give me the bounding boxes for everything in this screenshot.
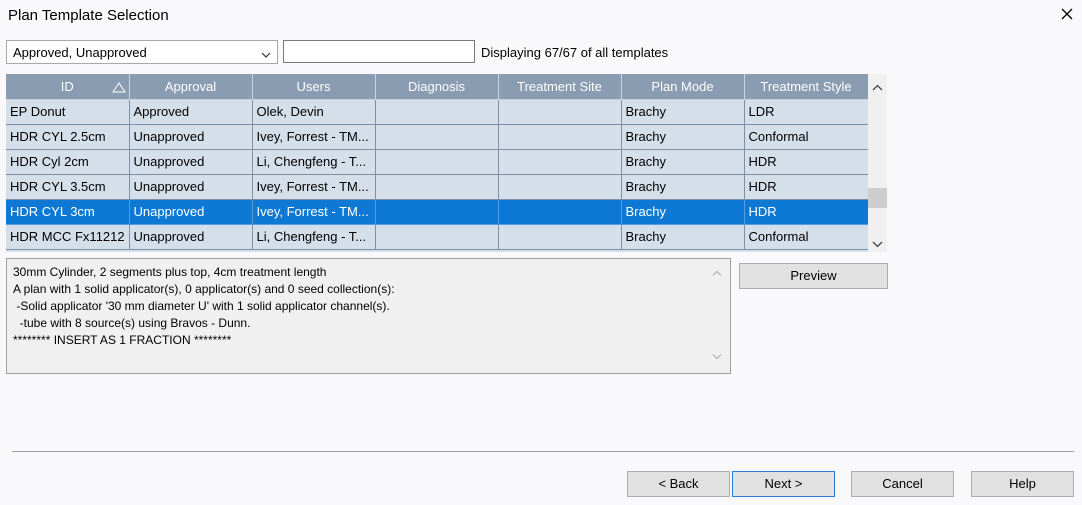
cell-plan-mode: Brachy xyxy=(621,224,745,250)
template-search-input[interactable] xyxy=(283,40,475,63)
cell-diagnosis xyxy=(375,224,499,250)
cell-approval: Unapproved xyxy=(129,174,253,200)
cell-id: HDR CYL 3.5cm xyxy=(6,174,130,200)
sort-ascending-icon xyxy=(111,81,126,96)
cell-approval: Approved xyxy=(129,99,253,125)
template-grid: ID Approval Users Diagnosis Treatment Si… xyxy=(6,74,868,252)
window-title: Plan Template Selection xyxy=(8,7,169,24)
cell-id: HDR CYL 2.5cm xyxy=(6,124,130,150)
approval-filter-value: Approved, Unapproved xyxy=(13,45,147,60)
cell-diagnosis xyxy=(375,199,499,225)
back-button[interactable]: < Back xyxy=(627,471,730,497)
description-line: -Solid applicator '30 mm diameter U' wit… xyxy=(13,299,390,313)
column-header-treatment-site[interactable]: Treatment Site xyxy=(498,74,622,100)
cell-approval: Unapproved xyxy=(129,224,253,250)
display-count-text: Displaying 67/67 of all templates xyxy=(481,45,669,60)
table-row[interactable]: EP Donut Approved Olek, Devin Brachy LDR xyxy=(6,99,868,125)
cell-id: HDR MCC Fx11212 xyxy=(6,224,130,250)
scroll-up-icon[interactable] xyxy=(712,265,722,282)
cell-approval: Unapproved xyxy=(129,124,253,150)
cell-diagnosis xyxy=(375,124,499,150)
description-line: A plan with 1 solid applicator(s), 0 app… xyxy=(13,282,395,296)
column-header-approval[interactable]: Approval xyxy=(129,74,253,100)
table-row[interactable]: HDR MCC Fx11212 Unapproved Li, Chengfeng… xyxy=(6,224,868,250)
cell-diagnosis xyxy=(375,149,499,175)
column-header-diagnosis[interactable]: Diagnosis xyxy=(375,74,499,100)
help-button[interactable]: Help xyxy=(971,471,1074,497)
column-header-treatment-style[interactable]: Treatment Style xyxy=(744,74,868,100)
scrollbar-thumb[interactable] xyxy=(868,188,887,208)
template-description-box[interactable]: 30mm Cylinder, 2 segments plus top, 4cm … xyxy=(6,258,731,374)
next-button[interactable]: Next > xyxy=(732,471,835,497)
scroll-up-icon[interactable] xyxy=(872,80,883,95)
cell-approval: Unapproved xyxy=(129,149,253,175)
cancel-button[interactable]: Cancel xyxy=(851,471,954,497)
table-row[interactable]: HDR Cyl 2cm Unapproved Li, Chengfeng - T… xyxy=(6,149,868,175)
cell-treatment-site xyxy=(498,199,622,225)
cell-users: Ivey, Forrest - TM... xyxy=(252,124,376,150)
cell-plan-mode: Brachy xyxy=(621,124,745,150)
cell-plan-mode: Brachy xyxy=(621,174,745,200)
scroll-down-icon[interactable] xyxy=(872,236,883,251)
cell-treatment-style: HDR xyxy=(744,199,868,225)
cell-treatment-site xyxy=(498,124,622,150)
cell-plan-mode: Brachy xyxy=(621,199,745,225)
cell-treatment-site xyxy=(498,174,622,200)
table-row-selected[interactable]: HDR CYL 3cm Unapproved Ivey, Forrest - T… xyxy=(6,199,868,225)
cell-diagnosis xyxy=(375,174,499,200)
column-header-users[interactable]: Users xyxy=(252,74,376,100)
cell-users: Li, Chengfeng - T... xyxy=(252,149,376,175)
cell-id: HDR CYL 3cm xyxy=(6,199,130,225)
cell-treatment-site xyxy=(498,224,622,250)
table-row[interactable]: HDR CYL 2.5cm Unapproved Ivey, Forrest -… xyxy=(6,124,868,150)
scroll-down-icon[interactable] xyxy=(712,348,722,365)
table-row[interactable]: HDR CYL 3.5cm Unapproved Ivey, Forrest -… xyxy=(6,174,868,200)
cell-users: Ivey, Forrest - TM... xyxy=(252,174,376,200)
cell-treatment-style: LDR xyxy=(744,99,868,125)
grid-vertical-scrollbar[interactable] xyxy=(868,74,887,252)
cell-id: HDR Cyl 2cm xyxy=(6,149,130,175)
cell-users: Li, Chengfeng - T... xyxy=(252,224,376,250)
description-line: ******** INSERT AS 1 FRACTION ******** xyxy=(13,333,232,347)
preview-button[interactable]: Preview xyxy=(739,263,888,289)
grid-header-row: ID Approval Users Diagnosis Treatment Si… xyxy=(6,74,868,100)
cell-users: Olek, Devin xyxy=(252,99,376,125)
column-header-id[interactable]: ID xyxy=(6,74,130,100)
cell-id: EP Donut xyxy=(6,99,130,125)
description-line: -tube with 8 source(s) using Bravos - Du… xyxy=(13,316,251,330)
approval-filter-dropdown[interactable]: Approved, Unapproved xyxy=(6,40,278,64)
cell-users: Ivey, Forrest - TM... xyxy=(252,199,376,225)
cell-treatment-style: HDR xyxy=(744,174,868,200)
cell-plan-mode: Brachy xyxy=(621,99,745,125)
chevron-down-icon xyxy=(261,47,271,62)
close-icon[interactable] xyxy=(1058,5,1076,23)
cell-treatment-style: Conformal xyxy=(744,224,868,250)
cell-approval: Unapproved xyxy=(129,199,253,225)
description-line: 30mm Cylinder, 2 segments plus top, 4cm … xyxy=(13,265,327,279)
cell-treatment-site xyxy=(498,99,622,125)
cell-treatment-style: Conformal xyxy=(744,124,868,150)
cell-treatment-site xyxy=(498,149,622,175)
cell-plan-mode: Brachy xyxy=(621,149,745,175)
footer-divider xyxy=(12,451,1074,452)
cell-diagnosis xyxy=(375,99,499,125)
column-header-plan-mode[interactable]: Plan Mode xyxy=(621,74,745,100)
cell-treatment-style: HDR xyxy=(744,149,868,175)
